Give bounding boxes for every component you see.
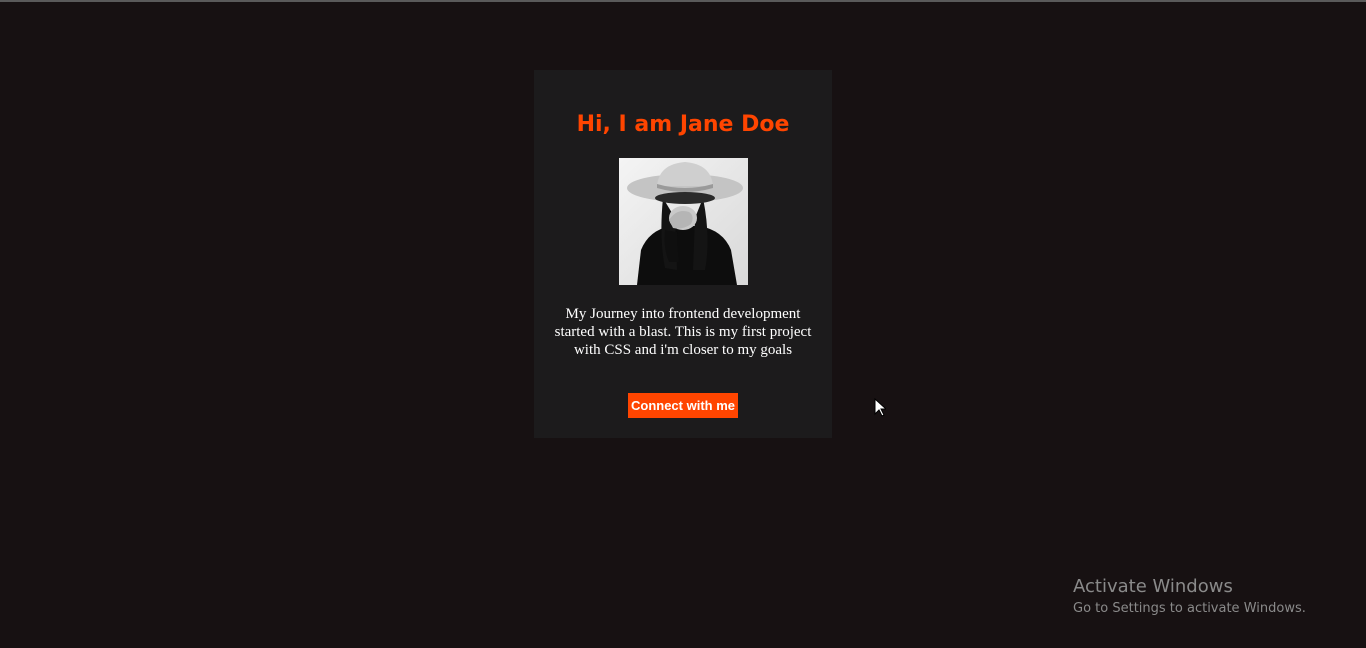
mouse-pointer-icon xyxy=(874,398,886,417)
windows-activation-watermark: Activate Windows Go to Settings to activ… xyxy=(1073,575,1306,619)
connect-button[interactable]: Connect with me xyxy=(628,393,738,418)
bio-text: My Journey into frontend development sta… xyxy=(554,306,812,358)
page-title: Hi, I am Jane Doe xyxy=(576,112,790,137)
profile-photo-illustration xyxy=(619,158,748,285)
profile-photo xyxy=(619,158,748,285)
watermark-title: Activate Windows xyxy=(1073,576,1233,597)
watermark-subtitle: Go to Settings to activate Windows. xyxy=(1073,601,1306,616)
window-top-border xyxy=(0,0,1366,2)
